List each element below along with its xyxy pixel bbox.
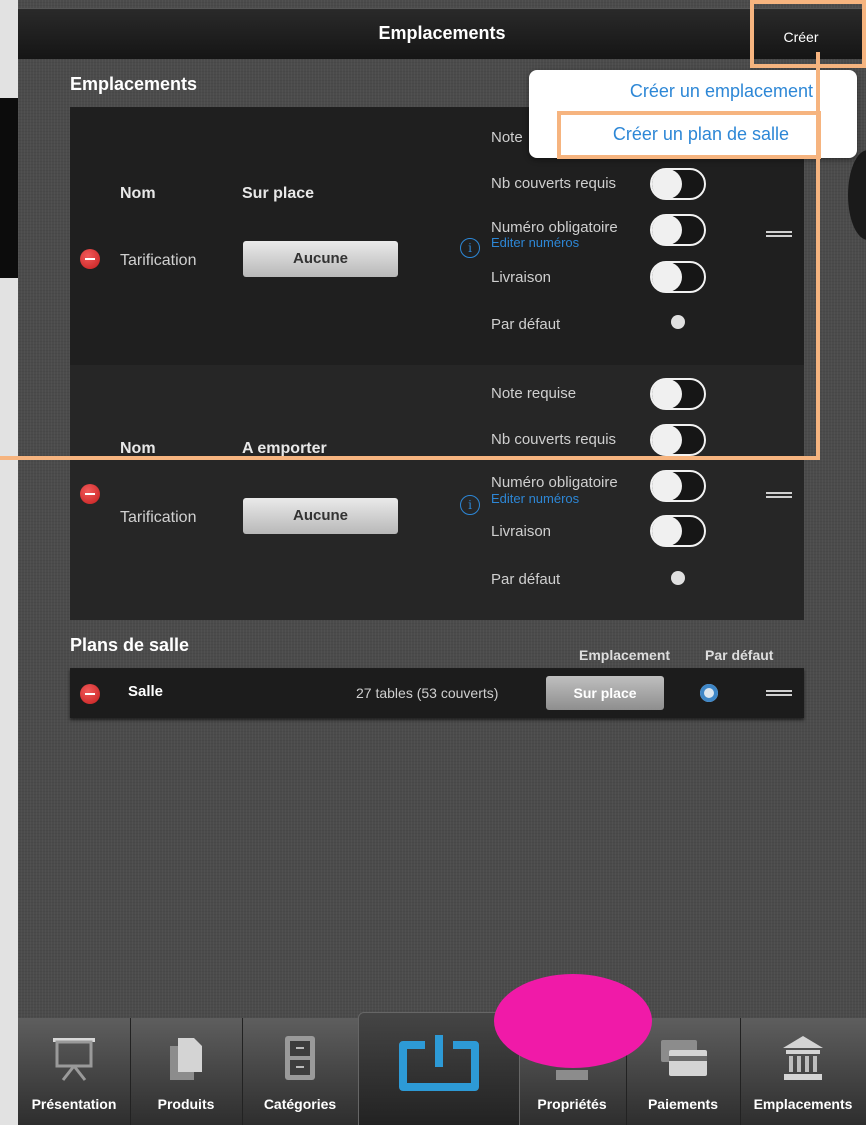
tab-products[interactable]: Produits (130, 1018, 243, 1125)
tab-label: Emplacements (753, 1096, 853, 1112)
plan-summary: 27 tables (53 couverts) (356, 685, 499, 701)
plans-section-title: Plans de salle (70, 635, 190, 655)
location-column-header: Emplacement (579, 647, 671, 663)
page-title: Emplacements (378, 23, 506, 43)
tab-label: Produits (157, 1096, 215, 1112)
delivery-toggle[interactable] (650, 515, 706, 547)
delivery-label: Livraison (491, 523, 552, 540)
tab-label: Présentation (31, 1096, 117, 1112)
pricing-label: Tarification (120, 509, 197, 526)
edit-numbers-link[interactable]: Editer numéros (491, 491, 579, 506)
tab-bar: Présentation Produits Catégories Proprié… (18, 1012, 866, 1125)
building-icon (783, 1036, 823, 1080)
default-label: Par défaut (491, 571, 561, 588)
number-required-label: Numéro obligatoire (491, 474, 618, 491)
default-radio[interactable] (671, 571, 685, 585)
power-icon (399, 1035, 479, 1091)
annotation-blob (494, 974, 652, 1068)
plan-name: Salle (128, 683, 164, 700)
plan-default-radio[interactable] (700, 684, 718, 702)
number-required-toggle[interactable] (650, 470, 706, 502)
pricing-button[interactable]: Aucune (243, 498, 398, 534)
reorder-handle-icon[interactable] (766, 491, 792, 499)
delete-icon[interactable] (80, 684, 100, 704)
presentation-board-icon (53, 1038, 95, 1081)
documents-icon (170, 1038, 202, 1080)
annotation-callout-line (0, 52, 820, 460)
tab-categories[interactable]: Catégories (242, 1018, 359, 1125)
plan-location-button[interactable]: Sur place (546, 676, 664, 710)
cards-icon (661, 1040, 707, 1076)
cabinet-icon (285, 1036, 315, 1080)
tab-label: Paiements (647, 1096, 719, 1112)
tab-presentation[interactable]: Présentation (18, 1018, 131, 1125)
tab-label: Catégories (263, 1096, 337, 1112)
info-icon[interactable]: i (460, 495, 480, 515)
tab-emplacements[interactable]: Emplacements (740, 1018, 866, 1125)
floor-plan-row[interactable]: Salle 27 tables (53 couverts) Sur place (70, 668, 804, 718)
delete-icon[interactable] (80, 484, 100, 504)
tab-label: Propriétés (537, 1096, 607, 1112)
default-column-header: Par défaut (705, 647, 774, 663)
reorder-handle-icon[interactable] (766, 689, 792, 697)
